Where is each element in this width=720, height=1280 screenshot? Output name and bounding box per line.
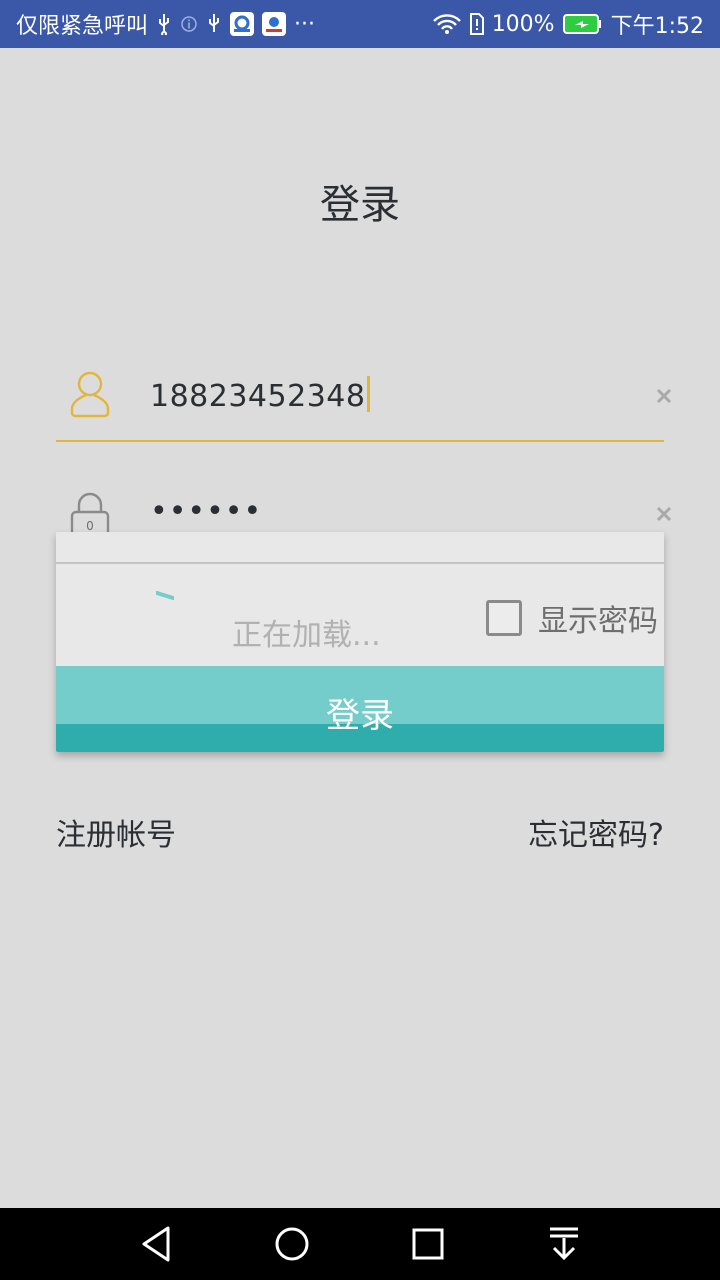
username-value: 18823452348 (150, 376, 371, 414)
show-password-toggle[interactable]: 显示密码 (486, 596, 658, 640)
usb-icon (156, 13, 172, 35)
baidu-icon (262, 12, 287, 36)
more-notifications: ··· (294, 11, 315, 37)
close-icon[interactable] (646, 496, 682, 532)
show-password-checkbox[interactable] (486, 600, 522, 636)
forgot-password-link[interactable]: 忘记密码? (528, 810, 664, 854)
usb-icon (206, 13, 222, 35)
status-bar: 仅限紧急呼叫 ··· 100% 下午1:52 (0, 0, 720, 48)
wifi-icon (432, 13, 462, 35)
recents-icon[interactable] (408, 1224, 448, 1264)
page-title: 登录 (320, 182, 400, 228)
username-field[interactable]: 18823452348 (56, 360, 672, 442)
username-text: 18823452348 (150, 379, 366, 414)
home-icon[interactable] (272, 1224, 312, 1264)
status-bar-left: 仅限紧急呼叫 ··· (16, 0, 315, 48)
password-value: •••••• (150, 494, 263, 529)
loading-spinner-icon (155, 586, 175, 600)
login-button[interactable]: 登录 (56, 666, 664, 752)
loading-dialog: 正在加载... 显示密码 登录 (56, 532, 664, 752)
lock-badge: 0 (86, 519, 94, 533)
battery-icon (562, 13, 603, 35)
battery-percent: 100% (491, 11, 555, 37)
notification-pulldown-icon[interactable] (544, 1224, 584, 1264)
sim-icon (469, 13, 484, 35)
navigation-bar (0, 1208, 720, 1280)
register-link[interactable]: 注册帐号 (56, 810, 176, 854)
back-icon[interactable] (136, 1224, 176, 1264)
show-password-label: 显示密码 (538, 604, 658, 639)
user-icon (68, 368, 112, 420)
loading-text: 正在加载... (232, 618, 381, 653)
divider (56, 562, 664, 564)
carrier-text: 仅限紧急呼叫 (16, 14, 149, 39)
app-notification-icon (230, 12, 255, 36)
text-cursor (367, 376, 371, 412)
close-icon[interactable] (646, 378, 682, 414)
clock: 下午1:52 (610, 14, 704, 39)
status-bar-right: 100% 下午1:52 (432, 0, 704, 48)
info-icon (180, 15, 198, 33)
login-button-label: 登录 (326, 696, 394, 736)
